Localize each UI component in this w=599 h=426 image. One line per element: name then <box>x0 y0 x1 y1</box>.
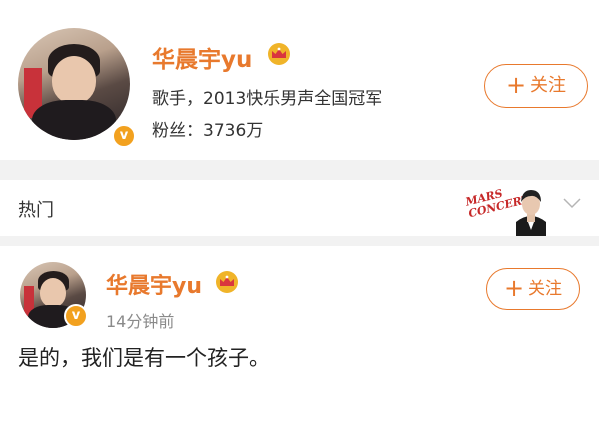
hot-section-label: 热门 <box>18 200 54 221</box>
chevron-down-icon[interactable] <box>562 196 582 210</box>
verified-badge-icon: v <box>64 304 88 328</box>
post-body-text: 是的，我们是有一个孩子。 <box>18 346 270 370</box>
profile-avatar[interactable] <box>18 28 130 140</box>
followers-count: 粉丝：3736万 <box>152 116 263 141</box>
profile-bio: 歌手，2013快乐男声全国冠军 <box>152 89 383 109</box>
hot-section-bar[interactable]: 热门 MARS CONCERT <box>0 180 599 236</box>
plus-icon: + <box>503 274 525 302</box>
post-author-name[interactable]: 华晨宇yu <box>106 268 202 300</box>
profile-name[interactable]: 华晨宇yu <box>152 40 252 74</box>
follow-button-label: 关注 <box>528 279 563 299</box>
follow-button-label: 关注 <box>530 75 567 96</box>
promo-figure-image <box>516 190 546 236</box>
promo-banner[interactable]: MARS CONCERT <box>462 180 554 236</box>
follow-button[interactable]: + 关注 <box>486 268 580 310</box>
post-timestamp: 14分钟前 <box>106 312 175 331</box>
followers-value: 3736万 <box>203 121 264 141</box>
follow-button[interactable]: + 关注 <box>484 64 588 108</box>
followers-label: 粉丝： <box>152 121 203 141</box>
post-card: v 华晨宇yu 14分钟前 + 关注 是的，我们是有一个孩子。 <box>0 246 599 426</box>
verified-badge-icon: v <box>112 124 136 148</box>
profile-card: v 华晨宇yu 歌手，2013快乐男声全国冠军 粉丝：3736万 + 关注 <box>0 0 599 160</box>
crown-icon <box>268 43 290 65</box>
plus-icon: + <box>505 71 527 99</box>
crown-icon <box>216 271 238 293</box>
